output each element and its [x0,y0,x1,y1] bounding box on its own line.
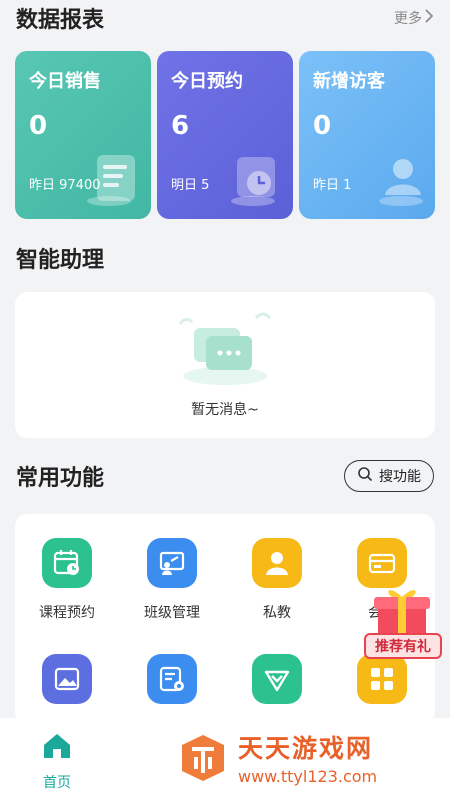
func-label: 私教 [263,605,291,621]
tab-home[interactable]: 首页 [28,732,86,792]
stat-card-sales[interactable]: 今日销售 0 昨日 97400 [15,51,151,219]
assistant-title: 智能助理 [16,248,105,273]
empty-text: 暂无消息~ [191,402,259,418]
chevron-right-icon [424,9,434,27]
image-icon [42,654,92,704]
stat-label: 今日销售 [29,71,101,92]
assistant-panel: 暂无消息~ [15,292,435,438]
more-label: 更多 [394,11,422,27]
document-icon [83,147,145,213]
functions-title: 常用功能 [16,466,105,491]
func-gallery[interactable] [22,654,112,718]
func-apps[interactable] [337,654,427,718]
tab-home-label: 首页 [43,775,71,791]
stat-card-visitors[interactable]: 新增访客 0 昨日 1 [299,51,435,219]
class-board-icon [147,538,197,588]
search-functions-label: 搜功能 [379,469,421,485]
functions-header: 常用功能 搜功能 [16,460,434,492]
promo-badge: 推荐有礼 [364,633,442,659]
stat-label: 今日预约 [171,71,243,92]
user-icon [367,147,429,213]
watermark-logo-icon [182,734,224,781]
func-label: 课程预约 [39,605,95,621]
func-label: 班级管理 [144,605,200,621]
home-icon [42,732,72,764]
stat-value: 6 [171,111,190,141]
func-check[interactable] [232,654,322,718]
settings-doc-icon [147,654,197,704]
stat-value: 0 [313,111,332,141]
stat-sub: 明日 5 [171,178,210,193]
more-link[interactable]: 更多 [394,8,434,28]
report-title: 数据报表 [16,8,105,33]
func-course-booking[interactable]: 课程预约 [22,538,112,622]
search-functions-button[interactable]: 搜功能 [344,460,434,492]
watermark-url: www.ttyl123.com [238,767,378,786]
calendar-clock-icon [225,147,287,213]
check-shield-icon [252,654,302,704]
empty-message-icon [170,306,280,394]
stat-value: 0 [29,111,48,141]
search-icon [357,466,373,486]
stat-sub: 昨日 1 [313,178,352,193]
watermark: 天天游戏网 www.ttyl123.com [176,729,377,786]
promo-gift-button[interactable]: 推荐有礼 [360,585,444,663]
func-settings-doc[interactable] [127,654,217,718]
calendar-clock-icon [42,538,92,588]
stats-cards: 今日销售 0 昨日 97400 今日预约 6 明日 5 新增访客 0 昨日 1 [15,51,435,219]
func-private-coach[interactable]: 私教 [232,538,322,622]
promo-label: 推荐有礼 [375,639,431,655]
func-class-management[interactable]: 班级管理 [127,538,217,622]
stat-label: 新增访客 [313,71,385,92]
report-header: 数据报表 更多 [16,2,434,34]
watermark-name: 天天游戏网 [238,734,374,763]
user-icon [252,538,302,588]
stat-card-booking[interactable]: 今日预约 6 明日 5 [157,51,293,219]
assistant-header: 智能助理 [16,242,434,274]
card-icon [357,538,407,588]
